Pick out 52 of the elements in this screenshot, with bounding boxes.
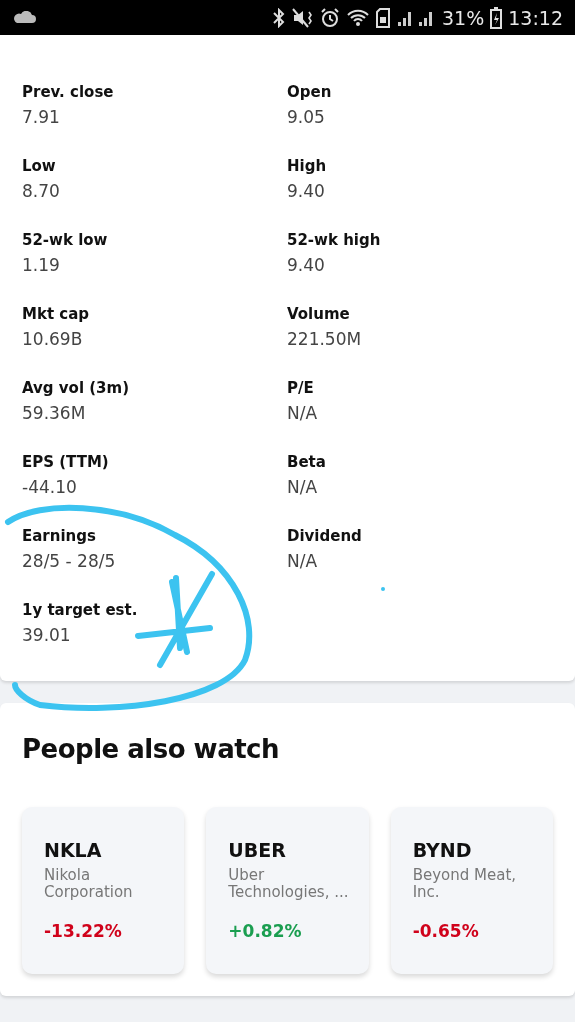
statistic-label: 52-wk low <box>22 231 108 249</box>
statistic-value: N/A <box>287 477 318 497</box>
statistic-label: P/E <box>287 379 314 397</box>
mute-vibrate-icon <box>292 7 314 28</box>
statistic-label: Mkt cap <box>22 305 90 323</box>
battery-percentage: 31% <box>442 6 485 29</box>
statistic-label: High <box>287 157 327 175</box>
statistic-value: N/A <box>287 551 318 571</box>
wifi-icon <box>346 7 370 28</box>
statistic-value: 221.50M <box>287 329 362 349</box>
statistic-value: 8.70 <box>22 181 60 201</box>
stock-card[interactable]: NKLA Nikola Corporation -13.22% <box>22 807 185 974</box>
statistic-label: EPS (TTM) <box>22 453 109 471</box>
statistic-value: 9.40 <box>287 181 325 201</box>
percent-change: -13.22% <box>44 921 122 941</box>
ticker-symbol: BYND <box>412 839 472 861</box>
statistic-value: 1.19 <box>22 255 60 275</box>
sim-card-icon <box>376 7 390 28</box>
statistic-value: 28/5 - 28/5 <box>22 551 116 571</box>
statistic-label: Volume <box>287 305 350 323</box>
clock-time: 13:12 <box>508 6 563 29</box>
statistic-label: Avg vol (3m) <box>22 379 130 397</box>
statistic-value: 10.69B <box>22 329 83 349</box>
bluetooth-icon <box>272 7 286 28</box>
statistic-value: -44.10 <box>22 477 77 497</box>
percent-change: -0.65% <box>412 921 479 941</box>
statistic-label: Beta <box>287 453 326 471</box>
company-name: Nikola Corporation <box>44 867 134 903</box>
statistic-value: 7.91 <box>22 107 60 127</box>
ticker-symbol: NKLA <box>44 839 102 861</box>
company-name: Beyond Meat, Inc. <box>412 867 518 903</box>
statistic-label: Open <box>287 83 332 101</box>
statistic-value: 9.40 <box>287 255 325 275</box>
alarm-icon <box>320 7 340 28</box>
statistic-label: Earnings <box>22 527 96 545</box>
statistic-label: 52-wk high <box>287 231 381 249</box>
statistic-value: N/A <box>287 403 318 423</box>
cloud-icon <box>12 11 36 24</box>
statistic-value: 59.36M <box>22 403 86 423</box>
ticker-symbol: UBER <box>228 839 286 861</box>
stock-card[interactable]: BYND Beyond Meat, Inc. -0.65% <box>390 807 553 974</box>
statistic-value: 9.05 <box>287 107 325 127</box>
company-name: Uber Technologies, ... <box>228 867 350 903</box>
statistic-value: 39.01 <box>22 625 71 645</box>
statistic-label: Low <box>22 157 56 175</box>
statistic-label: 1y target est. <box>22 601 138 619</box>
statistic-label: Prev. close <box>22 83 114 101</box>
stock-card[interactable]: UBER Uber Technologies, ... +0.82% <box>206 807 369 974</box>
section-title: People also watch <box>22 733 281 765</box>
percent-change: +0.82% <box>228 921 302 941</box>
battery-charging-icon <box>490 6 503 29</box>
statistic-label: Dividend <box>287 527 362 545</box>
